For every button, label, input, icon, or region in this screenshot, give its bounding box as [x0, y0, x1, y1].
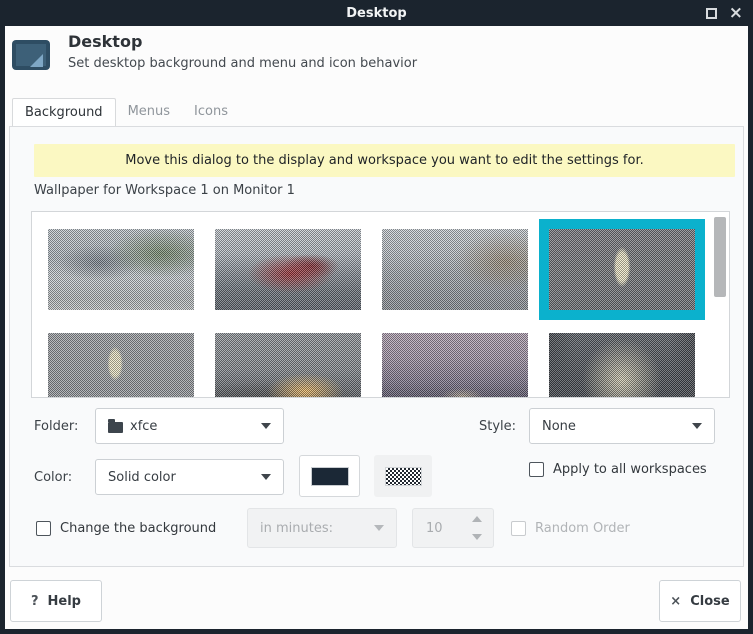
- wallpaper-grid: [31, 211, 730, 398]
- page-subtitle: Set desktop background and menu and icon…: [68, 56, 417, 71]
- random-order-row: Random Order: [511, 521, 630, 536]
- desktop-app-icon-fold: [30, 54, 43, 67]
- window-controls: ×: [706, 0, 743, 26]
- style-dropdown-value: None: [542, 419, 576, 434]
- apply-all-workspaces-label: Apply to all workspaces: [553, 462, 707, 477]
- interval-dropdown: in minutes:: [247, 508, 397, 548]
- chevron-down-icon: [261, 474, 271, 480]
- color-picker-button[interactable]: [299, 455, 360, 497]
- close-button[interactable]: × Close: [659, 580, 741, 622]
- minutes-spinner: 10: [412, 508, 494, 548]
- apply-all-workspaces-row[interactable]: Apply to all workspaces: [529, 462, 707, 477]
- interval-dropdown-value: in minutes:: [260, 521, 333, 536]
- change-background-checkbox[interactable]: [36, 521, 51, 536]
- desktop-settings-window: Desktop × Desktop Set desktop background…: [0, 0, 753, 634]
- page-title: Desktop: [68, 32, 142, 51]
- help-icon: ?: [31, 594, 39, 609]
- wallpaper-thumbnail-light-sculpture[interactable]: [549, 229, 695, 310]
- wallpaper-thumbnail-beach-shore[interactable]: [48, 229, 194, 310]
- minutes-spinner-value: 10: [426, 521, 443, 536]
- wallpaper-thumbnail-arc-de-triomphe[interactable]: [549, 333, 695, 398]
- window-close-icon[interactable]: ×: [729, 5, 743, 22]
- notice-banner: Move this dialog to the display and work…: [34, 144, 735, 177]
- wallpaper-scrollbar-thumb[interactable]: [714, 217, 726, 297]
- desktop-app-icon: [12, 40, 50, 70]
- wallpaper-thumbnail-rocky-riverbed[interactable]: [382, 229, 528, 310]
- wallpaper-thumbnail-light-sculpture-2[interactable]: [48, 333, 194, 398]
- folder-icon: [108, 422, 123, 433]
- wallpaper-thumbnail-red-sports-car[interactable]: [215, 229, 361, 310]
- folder-dropdown-value: xfce: [130, 419, 157, 434]
- background-tab-panel: Move this dialog to the display and work…: [9, 126, 744, 567]
- transparent-checker-swatch: [385, 467, 422, 486]
- solid-color-swatch: [311, 467, 349, 486]
- color-label: Color:: [34, 470, 72, 485]
- color-style-dropdown-value: Solid color: [108, 470, 176, 485]
- wallpaper-thumbnail-dusk-valley[interactable]: [382, 333, 528, 398]
- dialog-body: Desktop Set desktop background and menu …: [5, 26, 748, 629]
- tab-background[interactable]: Background: [12, 98, 116, 126]
- tab-bar: Background Menus Icons: [12, 98, 240, 126]
- random-order-checkbox: [511, 521, 526, 536]
- spinner-up-icon: [472, 516, 482, 522]
- chevron-down-icon: [261, 423, 271, 429]
- help-button[interactable]: ? Help: [10, 580, 102, 622]
- close-button-label: Close: [690, 594, 729, 609]
- folder-label: Folder:: [34, 419, 78, 434]
- wallpaper-thumbnail-mountain-sunset[interactable]: [215, 333, 361, 398]
- change-background-label: Change the background: [60, 521, 216, 536]
- chevron-down-icon: [374, 525, 384, 531]
- maximize-icon[interactable]: [706, 8, 717, 19]
- chevron-down-icon: [692, 423, 702, 429]
- style-label: Style:: [479, 419, 516, 434]
- style-dropdown[interactable]: None: [529, 408, 715, 444]
- change-background-row[interactable]: Change the background: [36, 521, 216, 536]
- apply-all-workspaces-checkbox[interactable]: [529, 462, 544, 477]
- wallpaper-section-label: Wallpaper for Workspace 1 on Monitor 1: [34, 183, 295, 198]
- color-style-dropdown[interactable]: Solid color: [95, 459, 284, 495]
- close-icon: ×: [670, 594, 681, 609]
- titlebar[interactable]: Desktop ×: [0, 0, 753, 26]
- folder-dropdown[interactable]: xfce: [95, 408, 284, 444]
- help-button-label: Help: [48, 594, 81, 609]
- wallpaper-grid-items: [32, 212, 729, 397]
- random-order-label: Random Order: [535, 521, 630, 536]
- secondary-color-picker-button: [374, 455, 432, 497]
- notice-text: Move this dialog to the display and work…: [125, 153, 644, 168]
- spinner-down-icon: [472, 534, 482, 540]
- tab-icons[interactable]: Icons: [182, 98, 240, 126]
- tab-menus[interactable]: Menus: [116, 98, 182, 126]
- spinner-arrows: [472, 509, 484, 547]
- wallpaper-scrollbar[interactable]: [714, 213, 727, 396]
- window-title: Desktop: [346, 6, 406, 21]
